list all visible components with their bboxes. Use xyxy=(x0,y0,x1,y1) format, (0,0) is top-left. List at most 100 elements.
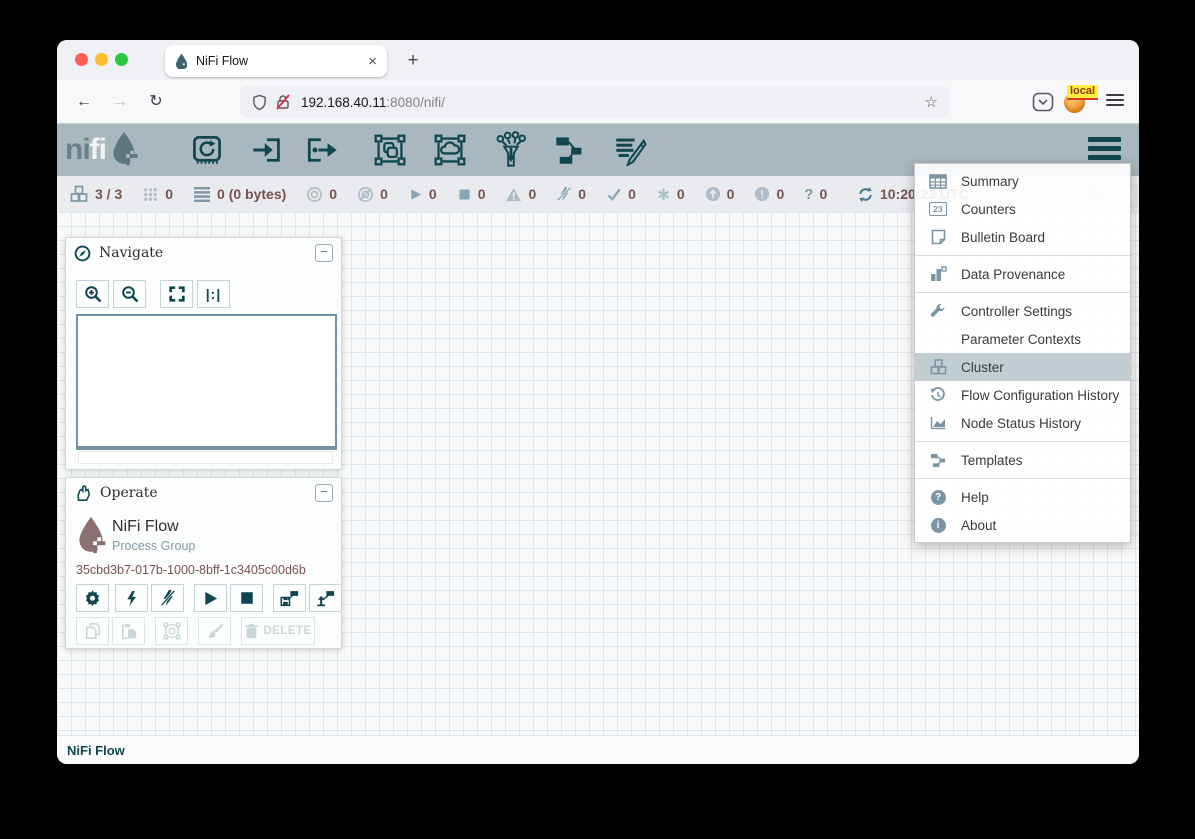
window-zoom-button[interactable] xyxy=(115,53,128,66)
nifi-logo: nifi xyxy=(65,131,140,167)
url-path: :8080/nifi/ xyxy=(386,95,445,110)
menu-item-bulletin-board[interactable]: Bulletin Board xyxy=(915,223,1130,251)
disabled-count: 0 xyxy=(578,186,586,202)
menu-item-parameter-contexts[interactable]: Parameter Contexts xyxy=(915,325,1130,353)
operate-title: Operate xyxy=(100,485,315,501)
process-group-component-icon[interactable] xyxy=(373,134,407,166)
selected-component-type: Process Group xyxy=(112,539,195,553)
menu-item-about[interactable]: i About xyxy=(915,511,1130,539)
logo-text-fi: fi xyxy=(90,133,106,167)
tab-title: NiFi Flow xyxy=(196,54,368,68)
profile-avatar[interactable]: local xyxy=(1064,88,1090,114)
navigate-buttons: |:| xyxy=(76,280,234,308)
menu-item-node-status-history[interactable]: Node Status History xyxy=(915,409,1130,437)
cluster-icon xyxy=(927,358,949,376)
gear-icon xyxy=(84,590,101,607)
not-transmitting-icon xyxy=(357,186,374,203)
reload-button[interactable]: ↻ xyxy=(143,89,169,115)
threads-grid-icon xyxy=(142,186,159,203)
menu-item-summary[interactable]: Summary xyxy=(915,167,1130,195)
label-component-icon[interactable] xyxy=(613,134,647,166)
menu-item-data-provenance[interactable]: Data Provenance xyxy=(915,260,1130,288)
zoom-out-button[interactable] xyxy=(113,280,146,308)
operate-hand-icon xyxy=(74,484,92,502)
browser-tab[interactable]: NiFi Flow × xyxy=(165,45,387,77)
running-icon xyxy=(408,187,423,202)
processor-component-icon[interactable] xyxy=(190,134,224,166)
copy-button xyxy=(76,617,109,645)
configuration-button[interactable] xyxy=(76,584,109,612)
bookmark-star-icon[interactable]: ☆ xyxy=(925,93,938,111)
menu-item-label: Controller Settings xyxy=(961,304,1072,319)
menu-separator xyxy=(915,292,1130,293)
window-minimize-button[interactable] xyxy=(95,53,108,66)
start-button[interactable] xyxy=(194,584,227,612)
navigate-collapse-button[interactable]: − xyxy=(315,244,333,262)
funnel-component-icon[interactable] xyxy=(494,131,528,169)
status-invalid: 0 xyxy=(505,186,536,202)
zoom-in-icon xyxy=(84,285,102,303)
menu-item-label: Bulletin Board xyxy=(961,230,1045,245)
running-count: 0 xyxy=(429,186,437,202)
firefox-menu-button[interactable] xyxy=(1106,91,1124,109)
logo-text-ni: ni xyxy=(65,133,90,167)
pocket-icon[interactable] xyxy=(1032,92,1054,112)
zoom-fit-button[interactable] xyxy=(160,280,193,308)
paste-button xyxy=(112,617,145,645)
counters-icon: 23 xyxy=(927,200,949,218)
process-group-droplet-icon xyxy=(76,516,106,554)
template-component-icon[interactable] xyxy=(553,134,587,166)
disable-bolt-icon xyxy=(160,589,176,607)
output-port-component-icon[interactable] xyxy=(306,134,340,166)
refresh-icon[interactable] xyxy=(857,186,874,203)
fill-color-button xyxy=(198,617,231,645)
operate-buttons-row2: DELETE xyxy=(76,617,315,645)
back-button[interactable]: ← xyxy=(71,89,97,115)
profile-badge: local xyxy=(1067,85,1098,100)
disable-button[interactable] xyxy=(151,584,184,612)
menu-item-flow-configuration-history[interactable]: Flow Configuration History xyxy=(915,381,1130,409)
menu-item-templates[interactable]: Templates xyxy=(915,446,1130,474)
zoom-in-button[interactable] xyxy=(76,280,109,308)
birdseye-minimap[interactable] xyxy=(76,314,337,450)
menu-item-label: Help xyxy=(961,490,989,505)
menu-item-label: Parameter Contexts xyxy=(961,332,1081,347)
insecure-lock-icon[interactable] xyxy=(275,94,291,110)
url-bar[interactable]: 192.168.40.11:8080/nifi/ ☆ xyxy=(240,86,950,118)
menu-item-counters[interactable]: 23 Counters xyxy=(915,195,1130,223)
tab-strip: NiFi Flow × + xyxy=(57,40,1139,80)
status-stopped: 0 xyxy=(457,186,486,202)
forward-button: → xyxy=(107,89,133,115)
new-tab-button[interactable]: + xyxy=(400,48,426,74)
operate-collapse-button[interactable]: − xyxy=(315,484,333,502)
remote-process-group-component-icon[interactable] xyxy=(433,134,467,166)
shield-icon[interactable] xyxy=(252,94,267,111)
menu-separator xyxy=(915,478,1130,479)
stale-count: 0 xyxy=(727,186,735,202)
summary-icon xyxy=(927,172,949,190)
status-sync-failure: ? 0 xyxy=(804,186,827,203)
tab-close-icon[interactable]: × xyxy=(368,53,377,70)
menu-separator xyxy=(915,255,1130,256)
birdseye-slider[interactable] xyxy=(78,451,333,464)
menu-item-label: About xyxy=(961,518,996,533)
menu-item-help[interactable]: ? Help xyxy=(915,483,1130,511)
menu-item-label: Templates xyxy=(961,453,1023,468)
create-template-button[interactable] xyxy=(273,584,306,612)
stopped-count: 0 xyxy=(478,186,486,202)
breadcrumb[interactable]: NiFi Flow xyxy=(67,743,125,758)
menu-item-label: Node Status History xyxy=(961,416,1081,431)
stop-button[interactable] xyxy=(230,584,263,612)
bulletin-board-icon xyxy=(927,228,949,246)
window-close-button[interactable] xyxy=(75,53,88,66)
selected-component-id[interactable]: 35cbd3b7-017b-1000-8bff-1c3405c00d6b xyxy=(76,563,306,577)
input-port-component-icon[interactable] xyxy=(250,134,284,166)
menu-item-cluster[interactable]: Cluster xyxy=(915,353,1130,381)
menu-item-controller-settings[interactable]: Controller Settings xyxy=(915,297,1130,325)
zoom-out-icon xyxy=(121,285,139,303)
enable-button[interactable] xyxy=(115,584,148,612)
sync-failure-count: 0 xyxy=(819,186,827,202)
nifi-global-menu-button[interactable] xyxy=(1088,137,1121,164)
zoom-actual-button[interactable]: |:| xyxy=(197,280,230,308)
upload-template-button[interactable] xyxy=(309,584,342,612)
